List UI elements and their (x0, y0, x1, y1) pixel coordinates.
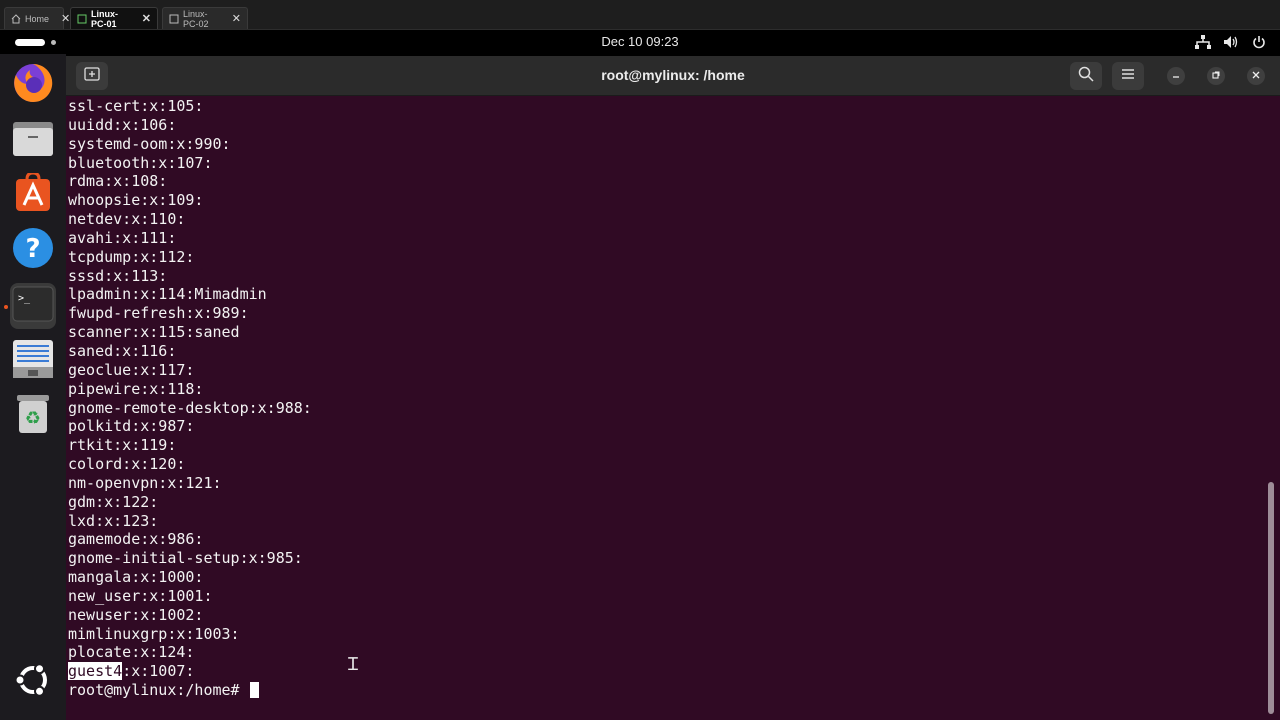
dock-text-editor[interactable] (10, 338, 56, 384)
minimize-icon (1172, 70, 1180, 82)
terminal-prompt-line[interactable]: root@mylinux:/home# (68, 681, 1258, 700)
vm-tab-linux-pc-01[interactable]: Linux-PC-01 ✕ (70, 7, 158, 29)
text-editor-icon (11, 339, 55, 384)
maximize-button[interactable] (1207, 67, 1225, 85)
terminal-line: sssd:x:113: (68, 266, 168, 285)
dock-app-center[interactable] (10, 170, 56, 218)
terminal-lines: ssl-cert:x:105: uuidd:x:106: systemd-oom:x… (68, 97, 1258, 662)
vm-icon (77, 14, 87, 24)
power-icon[interactable] (1250, 34, 1268, 50)
vm-tab-linux-pc-02[interactable]: Linux-PC-02 ✕ (162, 7, 248, 29)
terminal-line: gnome-initial-setup:x:985: (68, 549, 303, 568)
terminal-line: geoclue:x:117: (68, 360, 195, 379)
search-icon (1078, 66, 1094, 87)
help-icon: ? (11, 226, 55, 275)
terminal-line: fwupd-refresh:x:989: (68, 304, 249, 323)
vm-icon (169, 14, 179, 24)
terminal-line: pipewire:x:118: (68, 379, 204, 398)
terminal-window: root@mylinux: /home ssl-cert:x:105: uuid… (66, 56, 1280, 720)
app-center-icon (13, 170, 53, 218)
menu-button[interactable] (1112, 62, 1144, 90)
firefox-icon (12, 62, 54, 109)
search-button[interactable] (1070, 62, 1102, 90)
terminal-line: mimlinuxgrp:x:1003: (68, 624, 240, 643)
volume-icon[interactable] (1222, 34, 1240, 50)
terminal-output[interactable]: ssl-cert:x:105: uuidd:x:106: systemd-oom:x… (68, 96, 1258, 716)
clock[interactable]: Dec 10 09:23 (0, 34, 1280, 49)
vm-tab-label: Linux-PC-02 (183, 8, 209, 29)
terminal-line: bluetooth:x:107: (68, 153, 213, 172)
close-icon[interactable]: ✕ (142, 12, 151, 25)
minimize-button[interactable] (1167, 67, 1185, 85)
close-icon[interactable]: ✕ (232, 12, 241, 25)
terminal-line: netdev:x:110: (68, 210, 186, 229)
terminal-line: saned:x:116: (68, 341, 177, 360)
terminal-line: rtkit:x:119: (68, 436, 177, 455)
terminal-icon: >_ (12, 286, 54, 327)
terminal-line-rest: :x:1007: (122, 662, 195, 681)
terminal-line: ssl-cert:x:105: (68, 97, 204, 115)
close-icon[interactable]: ✕ (61, 12, 70, 25)
terminal-line: lpadmin:x:114:Mimadmin (68, 285, 267, 304)
terminal-line: plocate:x:124: (68, 643, 195, 662)
text-cursor (249, 682, 259, 699)
svg-text:>_: >_ (18, 293, 31, 304)
ibeam-cursor-icon: Ɪ (348, 654, 359, 675)
terminal-line: gnome-remote-desktop:x:988: (68, 398, 312, 417)
terminal-line: nm-openvpn:x:121: (68, 473, 222, 492)
dock-files[interactable] (10, 117, 56, 163)
close-button[interactable] (1247, 67, 1265, 85)
running-indicator (4, 305, 8, 309)
dock-terminal[interactable]: >_ (10, 283, 56, 329)
terminal-line: uuidd:x:106: (68, 115, 177, 134)
terminal-line: scanner:x:115:saned (68, 323, 240, 342)
system-tray[interactable] (1194, 34, 1268, 50)
dock-help[interactable]: ? (10, 227, 56, 273)
trash-icon: ♻ (13, 393, 53, 440)
terminal-line: lxd:x:123: (68, 511, 159, 530)
dock-trash[interactable]: ♻ (10, 393, 56, 439)
restore-icon (1212, 70, 1220, 82)
terminal-line: whoopsie:x:109: (68, 191, 204, 210)
terminal-line: rdma:x:108: (68, 172, 168, 191)
close-icon (1252, 70, 1260, 82)
terminal-line-selected: guest4:x:1007: (68, 662, 1258, 681)
selected-text: guest4 (68, 662, 123, 681)
terminal-line: gdm:x:122: (68, 492, 159, 511)
terminal-line: polkitd:x:987: (68, 417, 195, 436)
svg-text:?: ? (25, 234, 40, 264)
vm-tab-strip: Home ✕ Linux-PC-01 ✕ Linux-PC-02 ✕ (0, 0, 1280, 30)
dock-firefox[interactable] (10, 62, 56, 108)
terminal-line: colord:x:120: (68, 455, 186, 474)
vm-tab-label: Home (25, 13, 50, 24)
terminal-line: systemd-oom:x:990: (68, 134, 231, 153)
dock: ? >_ ♻ (0, 54, 66, 720)
home-icon (11, 13, 21, 24)
vm-tab-home[interactable]: Home ✕ (4, 7, 70, 29)
terminal-line: mangala:x:1000: (68, 568, 204, 587)
svg-text:♻: ♻ (25, 408, 41, 429)
network-icon[interactable] (1194, 34, 1212, 50)
ubuntu-logo-icon (14, 661, 52, 704)
files-icon (11, 118, 55, 163)
vm-tab-label: Linux-PC-01 (91, 8, 118, 29)
top-bar: Dec 10 09:23 (0, 30, 1280, 54)
shell-prompt: root@mylinux:/home# (68, 681, 240, 700)
terminal-line: newuser:x:1002: (68, 605, 204, 624)
terminal-line: avahi:x:111: (68, 228, 177, 247)
terminal-line: gamemode:x:986: (68, 530, 204, 549)
header-bar: root@mylinux: /home (66, 56, 1280, 96)
scrollbar-thumb[interactable] (1268, 482, 1274, 714)
dock-show-apps[interactable] (10, 659, 56, 705)
hamburger-menu-icon (1121, 67, 1135, 85)
terminal-line: new_user:x:1001: (68, 586, 213, 605)
terminal-line: tcpdump:x:112: (68, 247, 195, 266)
